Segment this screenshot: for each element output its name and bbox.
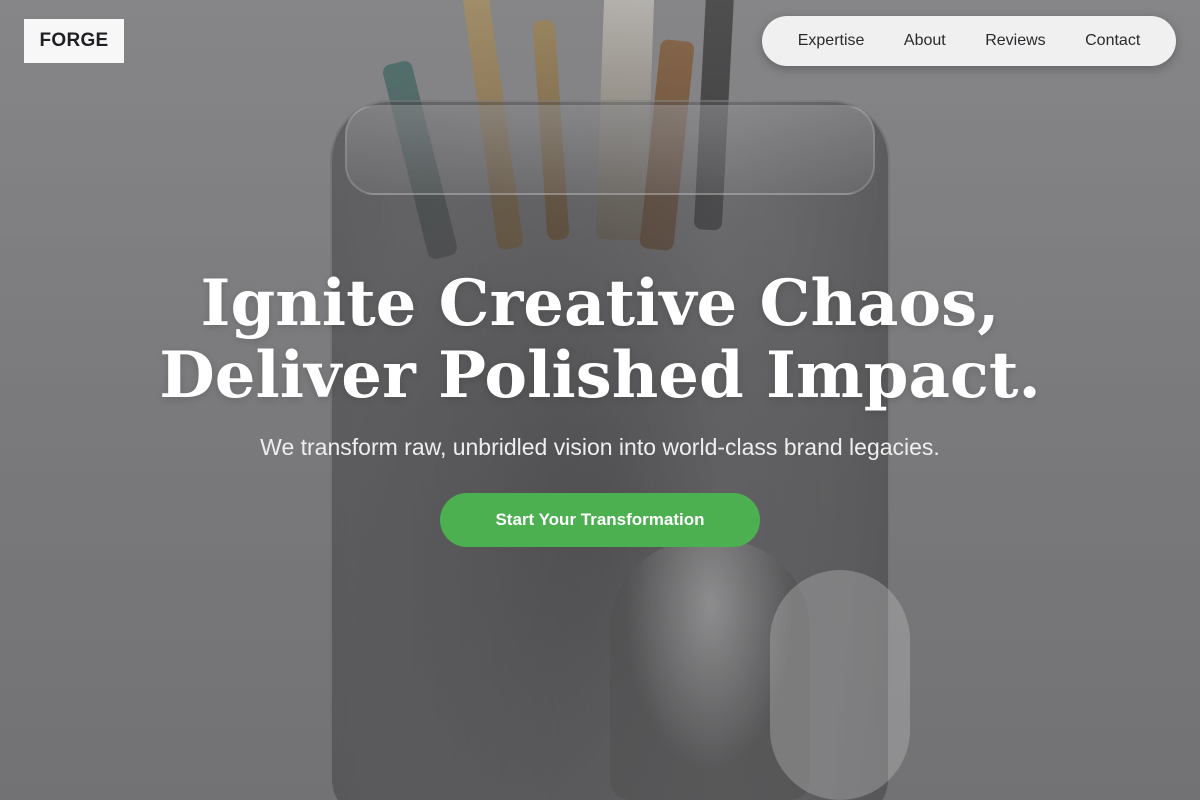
nav-item-expertise[interactable]: Expertise (798, 32, 865, 50)
nav-item-about[interactable]: About (904, 32, 946, 50)
main-nav: Expertise About Reviews Contact (762, 16, 1176, 66)
hero-headline: Ignite Creative Chaos, Deliver Polished … (0, 268, 1200, 412)
hero-headline-line1: Ignite Creative Chaos, (200, 266, 1000, 341)
nav-item-contact[interactable]: Contact (1085, 32, 1140, 50)
hero-subtitle: We transform raw, unbridled vision into … (260, 434, 940, 460)
logo[interactable]: FORGE (24, 19, 124, 63)
hero-headline-line2: Deliver Polished Impact. (159, 338, 1041, 413)
start-transformation-button[interactable]: Start Your Transformation (440, 493, 760, 547)
nav-item-reviews[interactable]: Reviews (985, 32, 1045, 50)
